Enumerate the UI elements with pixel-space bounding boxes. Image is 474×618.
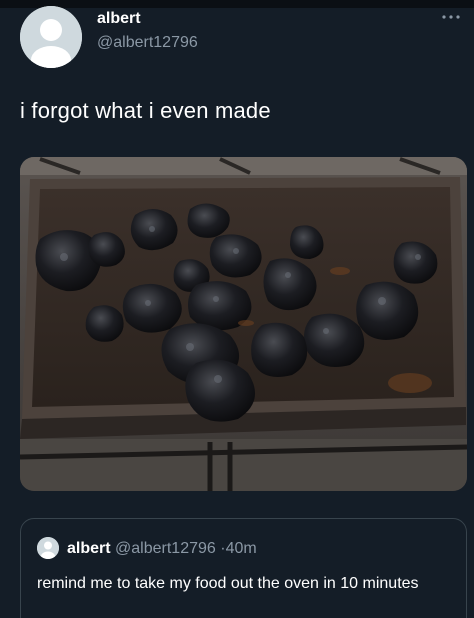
avatar[interactable] (20, 6, 82, 68)
quoted-avatar[interactable] (37, 537, 59, 559)
quoted-tweet-text: remind me to take my food out the oven i… (37, 575, 419, 592)
author-display-name[interactable]: albert (97, 10, 141, 28)
tweet-photo[interactable] (20, 157, 467, 491)
burnt-food-tray-image (20, 157, 467, 491)
author-handle[interactable]: @albert12796 (97, 34, 198, 52)
quoted-display-name[interactable]: albert (67, 540, 111, 557)
tweet-page: albert @albert12796 i forgot what i even… (0, 0, 474, 618)
quoted-handle[interactable]: @albert12796 (115, 540, 216, 557)
more-dots-icon[interactable] (440, 12, 462, 22)
default-avatar-icon (20, 6, 82, 68)
quoted-tweet-card[interactable]: albert @albert12796 ·40m remind me to ta… (20, 518, 467, 618)
quoted-timestamp[interactable]: 40m (226, 540, 257, 557)
quoted-tweet-header: albert @albert12796 ·40m (67, 540, 257, 558)
top-bar (0, 0, 474, 8)
tweet-text: i forgot what i even made (20, 98, 271, 123)
default-avatar-icon (37, 537, 59, 559)
